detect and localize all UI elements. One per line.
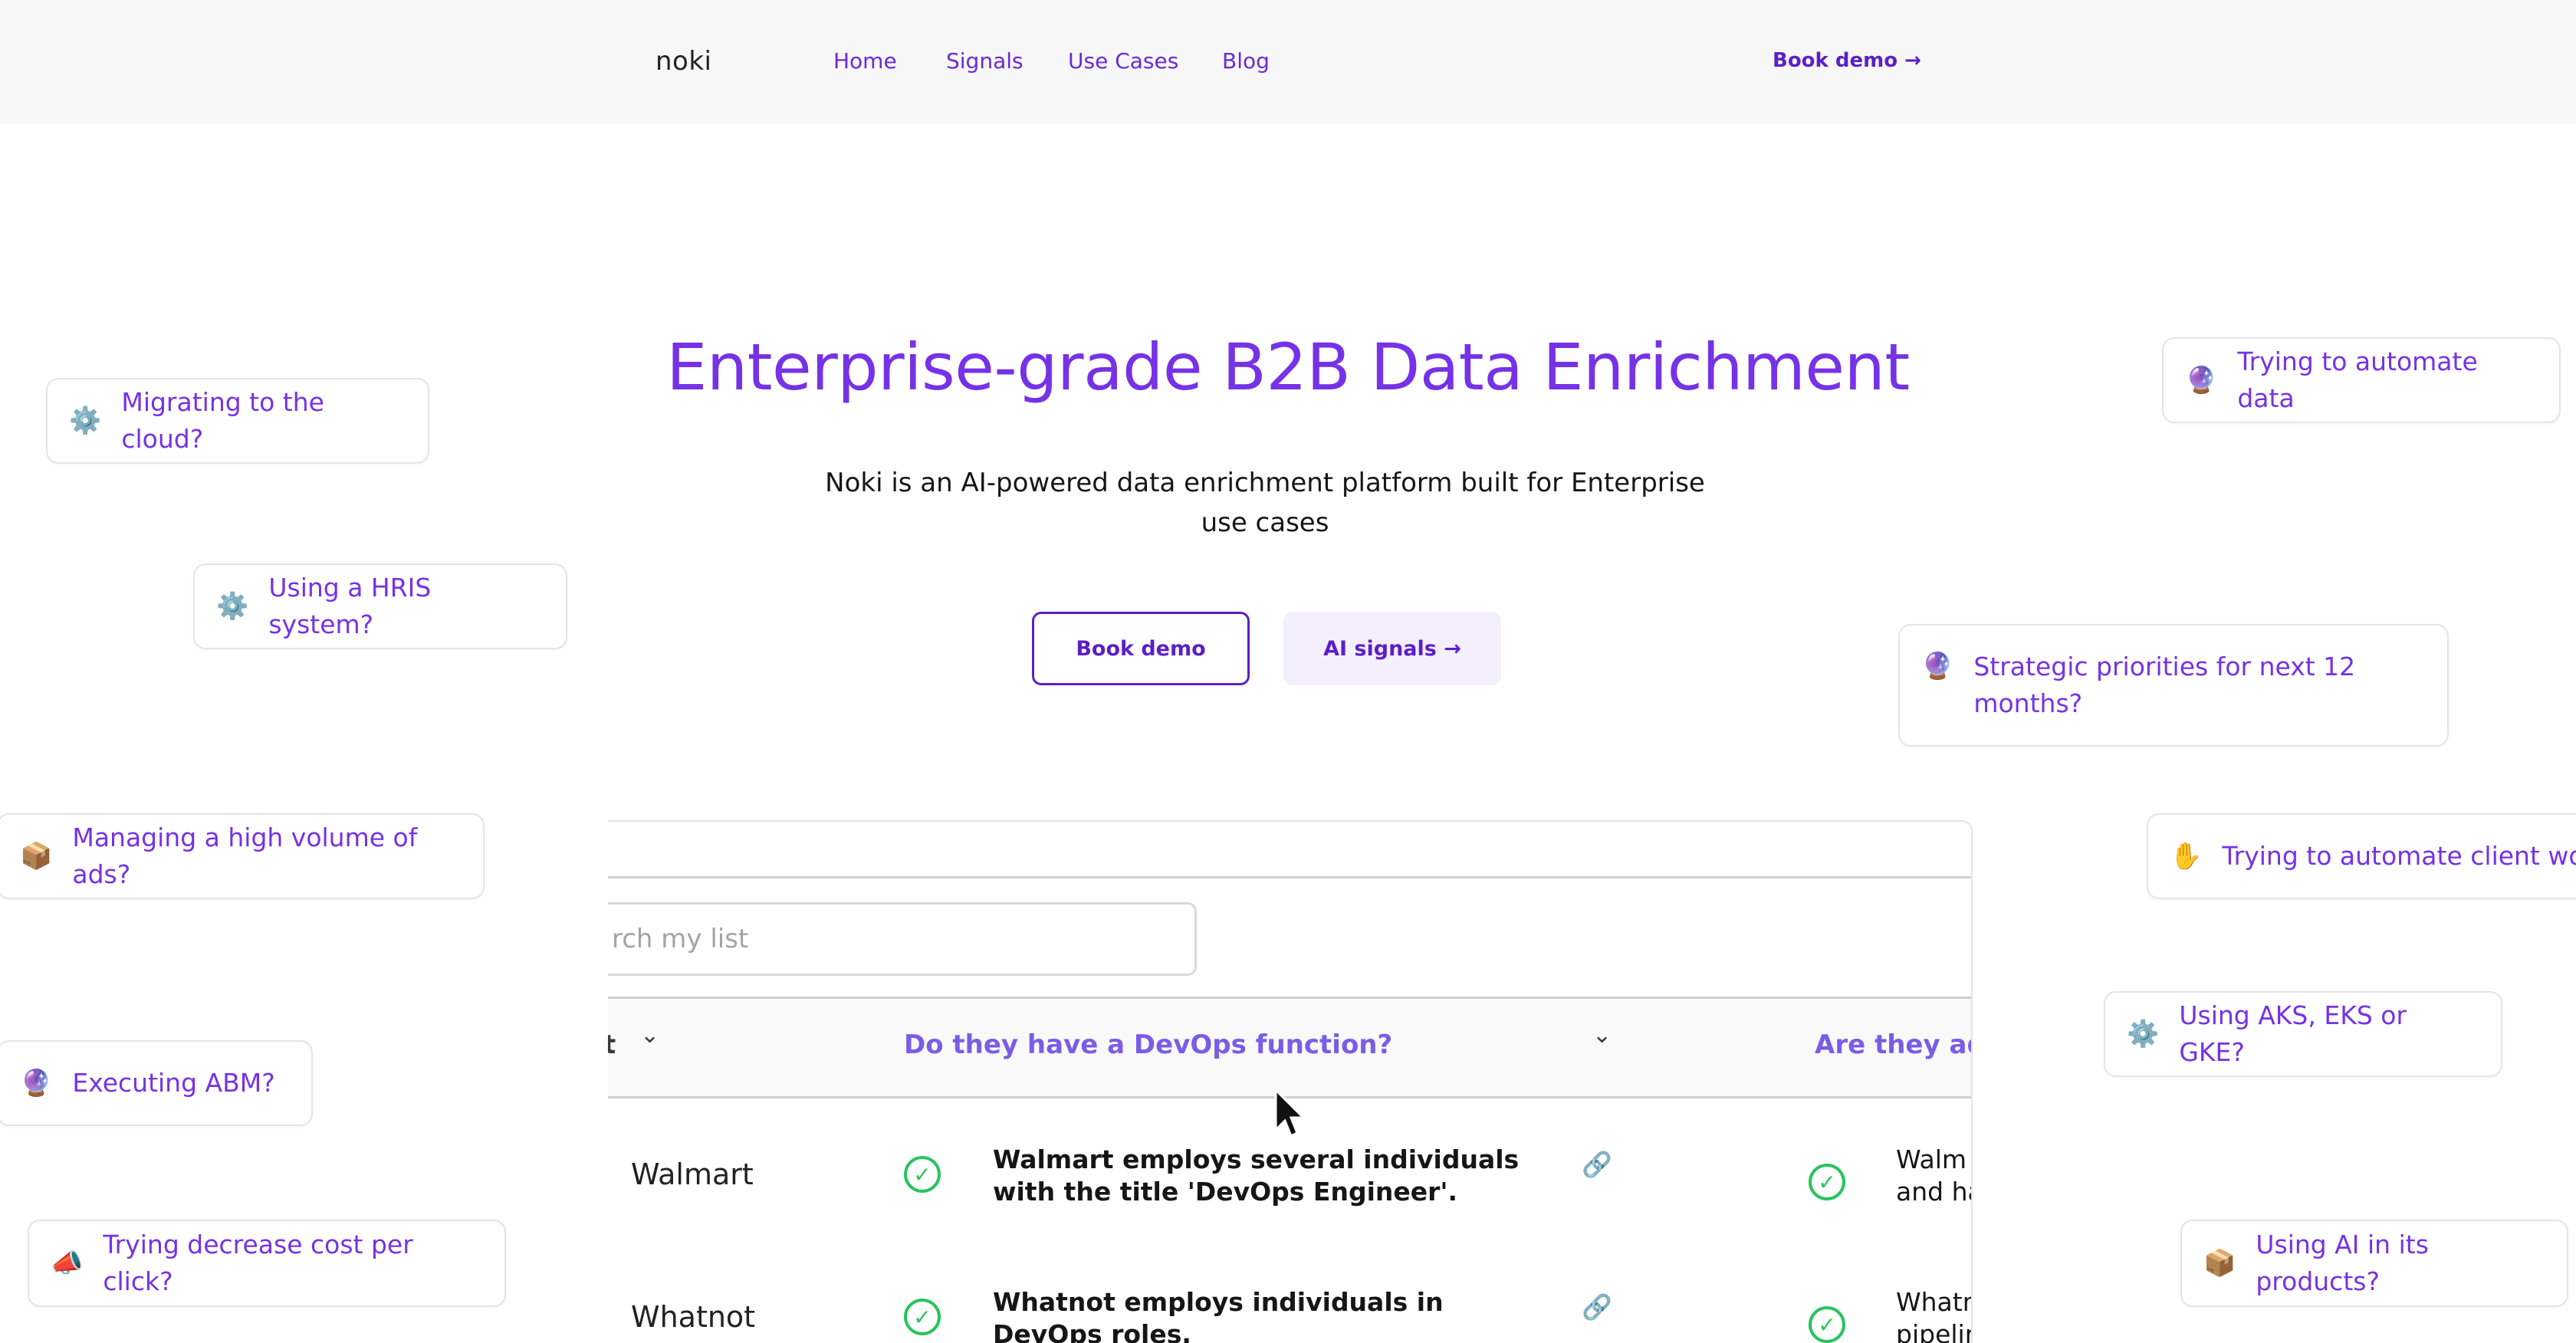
crystal-ball-icon: 🔮 [20, 1068, 53, 1098]
link-icon[interactable]: 🔗 [1582, 1150, 1612, 1179]
chip-text: Using AI in its products? [2256, 1230, 2429, 1296]
chip-text: Strategic priorities for next 12 months? [1973, 652, 2356, 718]
check-icon: ✓ [904, 1156, 941, 1193]
column-header-adoption[interactable]: Are they ado [1815, 1029, 1971, 1060]
gear-icon: ⚙️ [69, 406, 102, 436]
top-nav: noki Home Signals Use Cases Blog Book de… [0, 0, 2576, 124]
devops-answer: Whatnot employs individuals in DevOps ro… [993, 1287, 1444, 1343]
column-header-company: t [608, 1029, 616, 1060]
package-icon: 📦 [2203, 1248, 2236, 1279]
chip-text: Using AKS, EKS or GKE? [2179, 1000, 2407, 1067]
chip-text: Trying decrease cost per click? [103, 1230, 413, 1296]
check-icon: ✓ [904, 1299, 941, 1335]
chip-migrating-cloud: ⚙️ Migrating to the cloud? [46, 378, 429, 464]
search-input[interactable]: rch my list [608, 902, 1197, 976]
adoption-answer: Whatn pipelin [1896, 1287, 1973, 1343]
chip-ai-in-products: 📦 Using AI in its products? [2180, 1220, 2568, 1307]
chevron-down-icon[interactable]: ⌄ [1592, 1022, 1612, 1049]
adoption-answer: Walm and ha [1896, 1144, 1971, 1207]
hero-subtitle: Noki is an AI-powered data enrichment pl… [825, 468, 1705, 538]
chip-automate-client-work: ✋ Trying to automate client work [2147, 813, 2576, 899]
chip-strategic-priorities: 🔮 Strategic priorities for next 12 month… [1898, 624, 2449, 747]
nav-link-blog[interactable]: Blog [1222, 48, 1270, 74]
crystal-ball-icon: 🔮 [1921, 651, 1954, 681]
chip-text: Managing a high volume of ads? [72, 823, 418, 889]
crystal-ball-icon: 🔮 [2185, 365, 2218, 396]
chip-text: Trying to automate data [2237, 346, 2478, 413]
chevron-down-icon[interactable]: ⌄ [640, 1022, 659, 1049]
chip-executing-abm: 🔮 Executing ABM? [0, 1040, 313, 1126]
check-icon: ✓ [1809, 1164, 1845, 1200]
nav-link-signals[interactable]: Signals [946, 48, 1024, 74]
chip-text: Executing ABM? [72, 1068, 275, 1098]
nav-link-home[interactable]: Home [833, 48, 897, 74]
mouse-cursor-icon [1274, 1087, 1306, 1138]
chip-text: Migrating to the cloud? [121, 387, 324, 454]
chip-high-volume-ads: 📦 Managing a high volume of ads? [0, 813, 485, 899]
ai-signals-button[interactable]: AI signals → [1283, 612, 1501, 685]
package-icon: 📦 [20, 841, 53, 872]
gear-icon: ⚙️ [216, 591, 249, 622]
link-icon[interactable]: 🔗 [1582, 1292, 1612, 1322]
company-name: Walmart [631, 1157, 754, 1191]
company-name: Whatnot [631, 1300, 756, 1334]
chip-hris-system: ⚙️ Using a HRIS system? [193, 563, 567, 649]
megaphone-icon: 📣 [51, 1248, 84, 1279]
search-placeholder: rch my list [612, 924, 749, 954]
product-preview: rch my list t ⌄ Do they have a DevOps fu… [608, 820, 1973, 1343]
nav-book-demo-button[interactable]: Book demo → [1773, 49, 1921, 72]
chip-automate-data: 🔮 Trying to automate data [2162, 337, 2561, 423]
book-demo-button[interactable]: Book demo [1032, 612, 1250, 685]
hand-icon: ✋ [2170, 841, 2203, 872]
gear-icon: ⚙️ [2127, 1019, 2160, 1049]
nav-link-use-cases[interactable]: Use Cases [1068, 48, 1178, 74]
logo[interactable]: noki [656, 46, 712, 77]
preview-toolbar [608, 822, 1971, 878]
chip-cost-per-click: 📣 Trying decrease cost per click? [28, 1220, 506, 1307]
chip-text: Using a HRIS system? [268, 573, 432, 639]
table-header: t ⌄ Do they have a DevOps function? ⌄ Ar… [608, 999, 1971, 1098]
chip-text: Trying to automate client work [2222, 841, 2576, 871]
table-row[interactable]: Whatnot ✓ Whatnot employs individuals in… [608, 1243, 1971, 1343]
column-header-devops[interactable]: Do they have a DevOps function? [904, 1029, 1392, 1060]
check-icon: ✓ [1809, 1306, 1845, 1343]
devops-answer: Walmart employs several individuals with… [993, 1144, 1520, 1207]
chip-aks-eks-gke: ⚙️ Using AKS, EKS or GKE? [2104, 991, 2502, 1077]
